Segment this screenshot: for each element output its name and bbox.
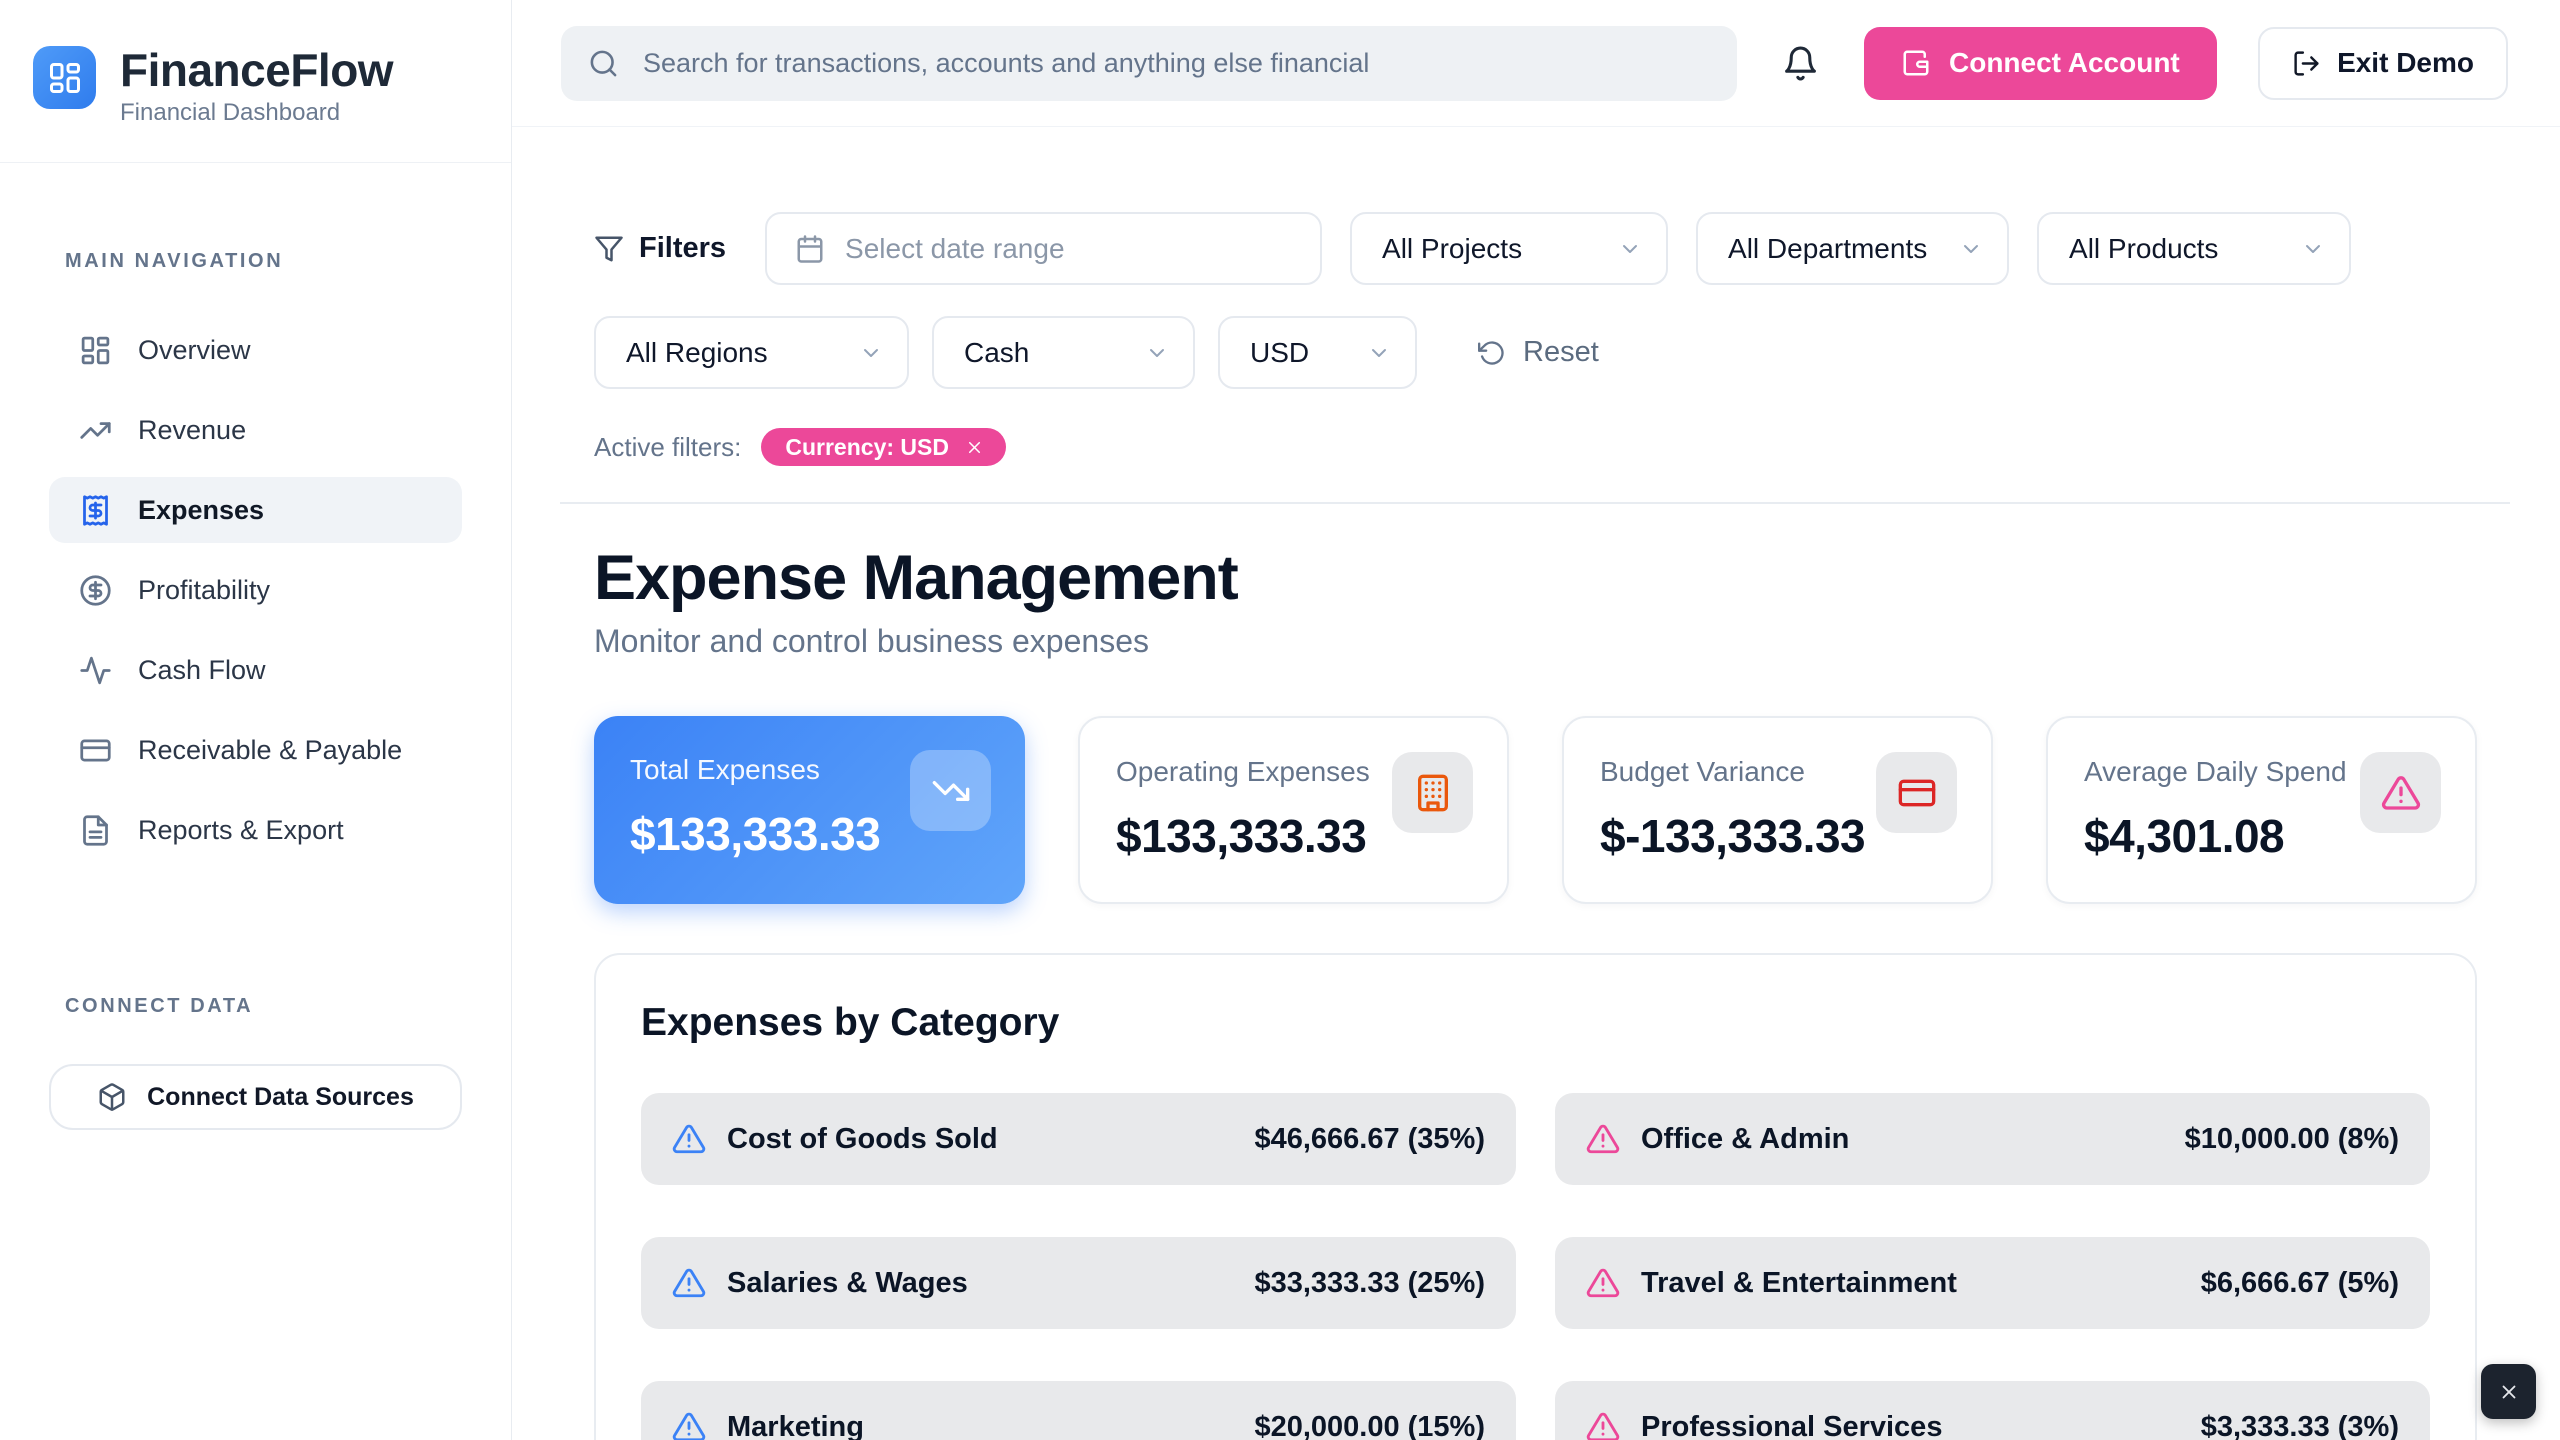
activity-icon: [79, 654, 112, 687]
connect-data-sources-label: Connect Data Sources: [147, 1083, 414, 1112]
credit-card-icon: [1897, 773, 1937, 813]
connect-data-section: CONNECT DATA Connect Data Sources: [0, 995, 511, 1130]
filters-row-1: Filters Select date range All Projects A…: [594, 212, 2477, 285]
remove-filter-button[interactable]: [965, 438, 984, 457]
alert-triangle-icon: [672, 1266, 706, 1300]
brand-header: FinanceFlow Financial Dashboard: [0, 0, 511, 163]
category-row-cost-of-goods-sold: Cost of Goods Sold $46,666.67 (35%): [641, 1093, 1516, 1185]
filter-selects-row-2: All Regions Cash USD: [594, 316, 1417, 389]
credit-card-icon: [79, 734, 112, 767]
chevron-down-icon: [1618, 237, 1642, 261]
sidebar-item-cash-flow[interactable]: Cash Flow: [49, 637, 462, 703]
filter-select-all-regions[interactable]: All Regions: [594, 316, 909, 389]
page-subtitle: Monitor and control business expenses: [594, 623, 2477, 660]
connect-account-label: Connect Account: [1949, 47, 2180, 79]
sidebar-nav-list: Overview Revenue Expenses Profitability …: [49, 317, 462, 863]
sidebar-nav: MAIN NAVIGATION Overview Revenue Expense…: [0, 163, 511, 877]
chevron-down-icon: [2301, 237, 2325, 261]
exit-demo-button[interactable]: Exit Demo: [2258, 27, 2508, 100]
filter-selects-row-1: All Projects All Departments All Product…: [1350, 212, 2351, 285]
content: Filters Select date range All Projects A…: [512, 127, 2560, 1440]
brand-name: FinanceFlow: [120, 46, 393, 94]
global-search: [561, 26, 1737, 101]
category-row-salaries-wages: Salaries & Wages $33,333.33 (25%): [641, 1237, 1516, 1329]
brand-tagline: Financial Dashboard: [120, 99, 393, 127]
category-grid: Cost of Goods Sold $46,666.67 (35%) Offi…: [641, 1093, 2430, 1440]
page-title: Expense Management: [594, 544, 2477, 613]
alert-triangle-icon: [1586, 1410, 1620, 1440]
sidebar-item-overview[interactable]: Overview: [49, 317, 462, 383]
filter-select-all-departments[interactable]: All Departments: [1696, 212, 2009, 285]
building-icon: [1413, 773, 1453, 813]
active-filter-chips: Currency: USD: [761, 428, 1006, 466]
stat-card-average-daily-spend: Average Daily Spend $4,301.08: [2046, 716, 2477, 904]
bell-icon: [1778, 45, 1822, 82]
search-input[interactable]: [641, 47, 1721, 80]
close-icon: [2498, 1381, 2520, 1403]
grid-icon: [79, 334, 112, 367]
exit-demo-label: Exit Demo: [2337, 47, 2474, 79]
alert-triangle-icon: [1586, 1122, 1620, 1156]
alert-triangle-icon: [672, 1410, 706, 1440]
chevron-down-icon: [1145, 341, 1169, 365]
rotate-ccw-icon: [1478, 339, 1506, 367]
sidebar-item-expenses[interactable]: Expenses: [49, 477, 462, 543]
category-row-travel-entertainment: Travel & Entertainment $6,666.67 (5%): [1555, 1237, 2430, 1329]
stat-card-operating-expenses: Operating Expenses $133,333.33: [1078, 716, 1509, 904]
main-area: Connect Account Exit Demo Filters Select…: [512, 0, 2560, 1440]
section-divider: [560, 502, 2510, 504]
chevron-down-icon: [859, 341, 883, 365]
sidebar-item-revenue[interactable]: Revenue: [49, 397, 462, 463]
app-window: FinanceFlow Financial Dashboard MAIN NAV…: [0, 0, 2560, 1440]
active-filters-label: Active filters:: [594, 432, 741, 463]
chevron-down-icon: [1959, 237, 1983, 261]
date-range-placeholder: Select date range: [845, 233, 1065, 265]
active-filters-row: Active filters: Currency: USD: [594, 428, 2477, 466]
filters-row-2: All Regions Cash USD Reset: [594, 316, 2477, 389]
filter-select-all-projects[interactable]: All Projects: [1350, 212, 1668, 285]
connect-data-sources-button[interactable]: Connect Data Sources: [49, 1064, 462, 1130]
alert-triangle-icon: [2381, 773, 2421, 813]
stat-card-budget-variance: Budget Variance $-133,333.33: [1562, 716, 1993, 904]
expenses-by-category-panel: Expenses by Category Cost of Goods Sold …: [594, 953, 2477, 1440]
sidebar-item-reports-export[interactable]: Reports & Export: [49, 797, 462, 863]
topbar: Connect Account Exit Demo: [512, 0, 2560, 127]
category-row-office-admin: Office & Admin $10,000.00 (8%): [1555, 1093, 2430, 1185]
active-filter-chip: Currency: USD: [761, 428, 1006, 466]
app-logo-icon: [33, 46, 96, 109]
stat-card-total-expenses: Total Expenses $133,333.33: [594, 716, 1025, 904]
alert-triangle-icon: [1586, 1266, 1620, 1300]
sidebar: FinanceFlow Financial Dashboard MAIN NAV…: [0, 0, 512, 1440]
file-text-icon: [79, 814, 112, 847]
calendar-icon: [795, 234, 825, 264]
wallet-icon: [1901, 48, 1931, 78]
filters-title: Filters: [594, 232, 726, 265]
cube-icon: [97, 1082, 127, 1112]
sidebar-item-receivable-payable[interactable]: Receivable & Payable: [49, 717, 462, 783]
dollar-circle-icon: [79, 574, 112, 607]
connect-account-button[interactable]: Connect Account: [1864, 27, 2217, 100]
receipt-icon: [79, 494, 112, 527]
category-row-professional-services: Professional Services $3,333.33 (3%): [1555, 1381, 2430, 1440]
log-out-icon: [2292, 49, 2321, 78]
trending-down-icon: [931, 771, 971, 811]
filter-select-all-products[interactable]: All Products: [2037, 212, 2351, 285]
stat-cards: Total Expenses $133,333.33 Operating Exp…: [594, 716, 2477, 904]
sidebar-item-profitability[interactable]: Profitability: [49, 557, 462, 623]
nav-section-header: MAIN NAVIGATION: [49, 250, 462, 273]
search-icon: [588, 48, 619, 79]
reset-filters-button[interactable]: Reset: [1478, 336, 1599, 369]
chevron-down-icon: [1367, 341, 1391, 365]
date-range-input[interactable]: Select date range: [765, 212, 1322, 285]
alert-triangle-icon: [672, 1122, 706, 1156]
filter-select-cash[interactable]: Cash: [932, 316, 1195, 389]
filter-select-usd[interactable]: USD: [1218, 316, 1417, 389]
notifications-button[interactable]: [1778, 41, 1822, 85]
close-button[interactable]: [2481, 1364, 2536, 1419]
connect-section-header: CONNECT DATA: [49, 995, 462, 1018]
funnel-icon: [594, 234, 624, 264]
panel-title: Expenses by Category: [641, 1001, 2430, 1045]
trending-up-icon: [79, 414, 112, 447]
category-row-marketing: Marketing $20,000.00 (15%): [641, 1381, 1516, 1440]
